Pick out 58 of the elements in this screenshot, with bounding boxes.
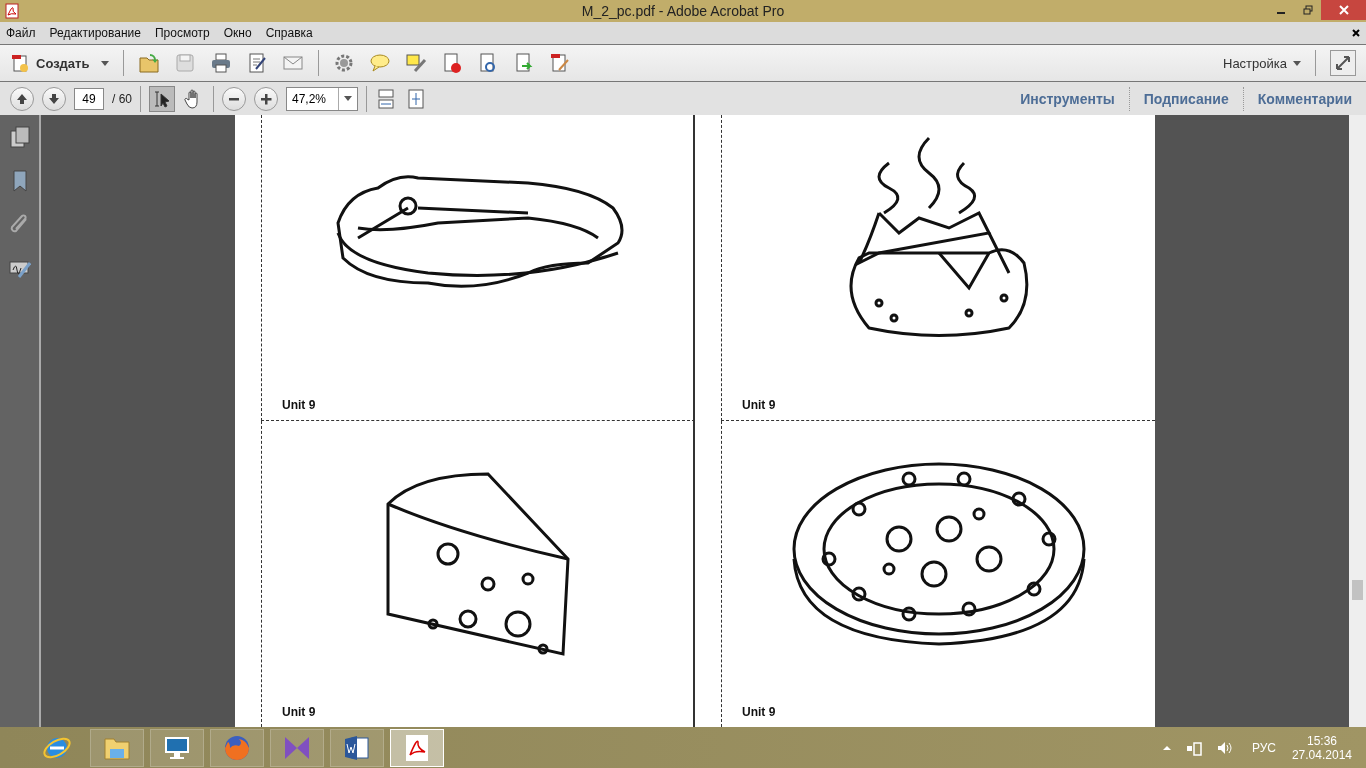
folder-icon[interactable] — [138, 52, 161, 74]
clock-date: 27.04.2014 — [1291, 747, 1352, 762]
pdf-icon — [4, 3, 20, 19]
up-arrow-icon — [16, 92, 28, 105]
previous-page-button[interactable] — [10, 86, 34, 111]
next-page-button[interactable] — [42, 86, 66, 111]
select-tool-button[interactable] — [149, 85, 175, 112]
full-screen-button[interactable] — [1330, 50, 1356, 76]
edit-document-icon[interactable] — [246, 52, 269, 74]
unit-label: Unit 9 — [282, 398, 316, 412]
unit-label: Unit 9 — [742, 705, 776, 719]
bowtie-icon[interactable] — [270, 728, 324, 767]
close-icon[interactable] — [1352, 29, 1360, 37]
panel-tab[interactable]: Инструменты — [1014, 90, 1121, 107]
menu-item[interactable]: Окно — [223, 26, 252, 40]
close-button[interactable] — [1321, 0, 1366, 20]
clock-time: 15:36 — [1306, 733, 1337, 748]
pdf-icon[interactable] — [390, 728, 444, 767]
monitor-icon[interactable] — [150, 728, 204, 767]
pages-icon[interactable] — [8, 125, 31, 149]
unit-label: Unit 9 — [742, 398, 776, 412]
panel-tab[interactable]: Подписание — [1137, 90, 1235, 107]
panel-tab[interactable]: Комментарии — [1251, 90, 1358, 107]
page-number-field[interactable]: 49 — [74, 87, 104, 110]
printer-icon[interactable] — [210, 52, 233, 74]
text-pen-icon[interactable] — [405, 52, 428, 74]
page-total: / 60 — [112, 91, 132, 106]
cursor-icon — [152, 88, 172, 109]
plus-icon — [260, 92, 272, 105]
speech-bubble-icon[interactable] — [369, 52, 392, 74]
menu-item[interactable]: Редактирование — [49, 26, 141, 40]
word-document-icon[interactable] — [330, 728, 384, 767]
customize-dropdown[interactable]: Настройка — [1223, 55, 1301, 71]
new-document-icon — [10, 53, 30, 73]
create-button[interactable]: Создать — [10, 53, 110, 73]
caret-icon — [344, 96, 352, 101]
restore-icon — [1302, 5, 1313, 15]
window-title: M_2_pc.pdf - Adobe Acrobat Pro — [581, 3, 785, 19]
zoom-out-button[interactable] — [222, 86, 246, 111]
zoom-in-button[interactable] — [254, 86, 278, 111]
expand-icon — [1335, 55, 1351, 71]
unit-label: Unit 9 — [282, 705, 316, 719]
down-arrow-icon — [48, 92, 60, 105]
fit-page-icon[interactable] — [405, 87, 427, 110]
caret-icon — [1293, 60, 1301, 66]
scrollbar[interactable] — [1349, 115, 1366, 727]
close-icon — [1338, 5, 1349, 15]
document-edit-icon[interactable] — [549, 52, 572, 74]
fit-width-icon[interactable] — [375, 87, 397, 110]
folder-icon[interactable] — [90, 728, 144, 767]
menu-item[interactable]: Файл — [6, 26, 36, 40]
zoom-dropdown[interactable]: 47,2% — [286, 86, 358, 111]
menu-item[interactable]: Просмотр — [154, 26, 210, 40]
caret-icon — [101, 60, 110, 66]
minimize-icon — [1276, 12, 1285, 14]
document-delete-icon[interactable] — [441, 52, 464, 74]
fox-globe-icon[interactable] — [210, 728, 264, 767]
menu-item[interactable]: Справка — [265, 26, 313, 40]
